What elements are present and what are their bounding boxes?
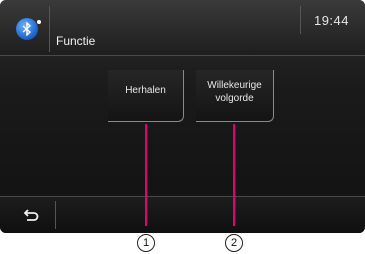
footer-bar	[0, 196, 365, 233]
callout-label-2: 2	[225, 234, 243, 252]
device-screen: Functie 19:44 Herhalen Willekeurige volg…	[0, 0, 365, 233]
callout-line-2	[233, 124, 235, 226]
shuffle-button-label-line2: volgorde	[215, 93, 254, 104]
shuffle-button[interactable]: Willekeurige volgorde	[196, 70, 274, 122]
page-title: Functie	[56, 34, 96, 48]
repeat-button-label: Herhalen	[125, 85, 166, 96]
bluetooth-icon	[15, 18, 38, 40]
status-dot-icon	[37, 20, 41, 24]
callout-label-1: 1	[137, 234, 155, 252]
back-button[interactable]	[6, 201, 56, 229]
shuffle-button-label-line1: Willekeurige	[207, 80, 262, 91]
clock: 19:44	[300, 6, 362, 34]
bluetooth-button[interactable]	[4, 6, 50, 52]
repeat-button[interactable]: Herhalen	[108, 70, 184, 122]
callout-line-1	[145, 124, 147, 226]
back-arrow-icon	[23, 209, 38, 221]
header-bar: Functie 19:44	[0, 0, 365, 56]
